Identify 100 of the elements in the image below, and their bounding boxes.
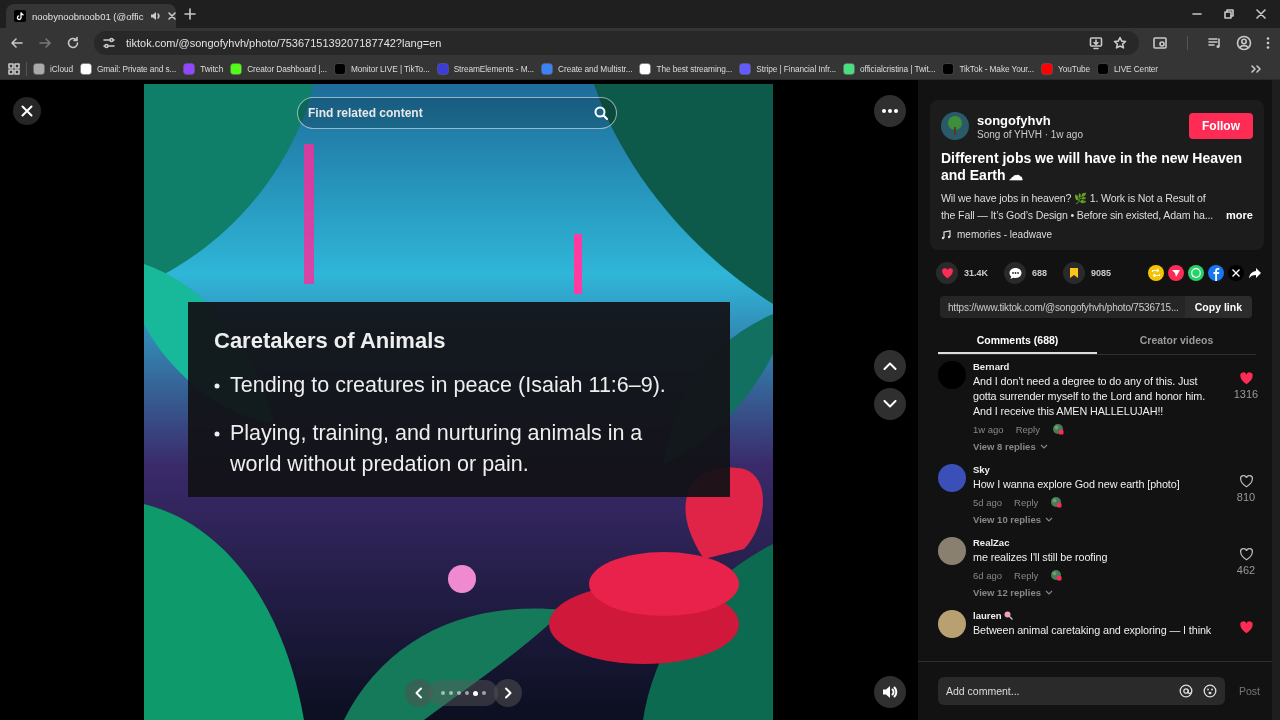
- panel-tab[interactable]: Comments (688): [938, 328, 1097, 354]
- chevron-down-icon: [1039, 444, 1048, 449]
- tab-search-icon[interactable]: [1153, 36, 1167, 50]
- avatar-icon[interactable]: [941, 112, 969, 140]
- new-tab-icon[interactable]: [184, 8, 196, 20]
- close-button[interactable]: [13, 97, 41, 125]
- bookmark-link[interactable]: Twitch: [198, 58, 226, 79]
- music-link[interactable]: memories - leadwave: [957, 229, 1053, 240]
- save-button[interactable]: [1063, 262, 1086, 284]
- copy-link-button[interactable]: Copy link: [1184, 296, 1252, 318]
- bookmark-link[interactable]: Create and Multistr...: [556, 58, 635, 79]
- comment-text: Between animal caretaking and exploring — I think: [973, 623, 1213, 638]
- address-bar[interactable]: tiktok.com/@songofyhvh/photo/7536715139207187742?lang=en: [94, 31, 1139, 55]
- facebook-icon[interactable]: [1208, 265, 1224, 281]
- bookmark-link[interactable]: Creator Dashboard |...: [245, 58, 329, 79]
- bookmark-link[interactable]: TikTok - Make Your...: [957, 58, 1037, 79]
- comment-button[interactable]: [1004, 262, 1027, 284]
- comment-username[interactable]: lauren: [973, 610, 1002, 621]
- comment-username[interactable]: Sky: [973, 464, 990, 475]
- install-icon[interactable]: [1089, 36, 1103, 50]
- author-name[interactable]: songofyhvh: [977, 112, 1181, 128]
- whatsapp-icon[interactable]: [1188, 265, 1204, 281]
- more-link[interactable]: more: [1226, 207, 1253, 224]
- comment-like-count: 1316: [1233, 388, 1259, 400]
- apps-icon[interactable]: [8, 62, 20, 75]
- close-icon[interactable]: [167, 11, 178, 21]
- comment-field[interactable]: Add comment...: [938, 677, 1225, 705]
- creator-badge-icon: [1050, 569, 1063, 581]
- avatar-icon[interactable]: [938, 610, 966, 638]
- search-field[interactable]: Find related content: [297, 97, 617, 129]
- bookmark-link[interactable]: Monitor LIVE | TikTo...: [348, 58, 432, 79]
- star-icon[interactable]: [1113, 36, 1127, 50]
- comment-text: And I don’t need a degree to do any of this. Just gotta surrender myself to the Lord and honor him. And I receive this AMEN HALLELUJAH!!: [973, 374, 1207, 419]
- comment-count: 688: [1032, 268, 1048, 278]
- bookmark-link[interactable]: Gmail: Private and s...: [94, 58, 179, 79]
- comment-like-count: 810: [1236, 491, 1256, 503]
- menu-icon[interactable]: [1266, 36, 1270, 50]
- more-button[interactable]: [874, 95, 906, 127]
- chevron-down-icon: [1044, 590, 1053, 595]
- comment-username[interactable]: RealZac: [973, 537, 1010, 548]
- post-title: Different jobs we will have in the new Heaven and Earth ☁: [941, 150, 1244, 184]
- bookmark-icon: [1069, 267, 1080, 279]
- bookmark-link[interactable]: Stripe | Financial Infr...: [754, 58, 839, 79]
- panel-tab[interactable]: Creator videos: [1097, 328, 1256, 354]
- media-icon[interactable]: [1208, 36, 1222, 50]
- more-icon: [882, 109, 898, 113]
- bookmark-link[interactable]: LIVE Center: [1111, 58, 1161, 79]
- reply-link[interactable]: Reply: [1014, 569, 1039, 581]
- comment-username[interactable]: Bernard: [973, 361, 1010, 372]
- follow-button[interactable]: Follow: [1189, 113, 1253, 139]
- view-replies-link[interactable]: View 10 replies: [973, 514, 1041, 525]
- like-icon[interactable]: [1238, 620, 1254, 635]
- repost-icon[interactable]: [1148, 265, 1164, 281]
- bookmark-link[interactable]: YouTube: [1056, 58, 1092, 79]
- search-icon[interactable]: [594, 106, 608, 120]
- save-count: 9085: [1091, 268, 1112, 278]
- page-indicator: [429, 680, 498, 706]
- chevron-down-icon: [1044, 517, 1053, 522]
- reload-icon[interactable]: [66, 36, 80, 50]
- bookmark-link[interactable]: iCloud: [48, 58, 75, 79]
- tiktok-icon: [14, 10, 26, 22]
- send-icon[interactable]: [1168, 265, 1184, 281]
- post-url: https://www.tiktok.com/@songofyhvh/photo/7536715...: [947, 301, 1180, 313]
- reply-link[interactable]: Reply: [1015, 423, 1040, 435]
- like-icon[interactable]: [1238, 547, 1254, 562]
- volume-button[interactable]: [874, 676, 906, 708]
- post-description: Wil we have jobs in heaven? 🌿 1. Work is Not a Result of the Fall — It’s God’s Design • Before sin existed, Adam ha...: [941, 191, 1215, 223]
- x-logo-icon[interactable]: [1228, 265, 1244, 281]
- bullet-icon: [214, 383, 220, 389]
- comment-text: me realizes I'll still be roofing: [973, 550, 1109, 565]
- bookmark-link[interactable]: officialcristina | Twit...: [858, 58, 938, 79]
- previous-button[interactable]: [405, 679, 433, 707]
- profile-icon[interactable]: [1236, 35, 1252, 51]
- reply-link[interactable]: Reply: [1014, 496, 1039, 508]
- previous-post-button[interactable]: [874, 350, 906, 382]
- close-icon[interactable]: [1256, 9, 1266, 19]
- next-button[interactable]: [494, 679, 522, 707]
- share-arrow-icon[interactable]: [1248, 266, 1262, 280]
- browser-tab[interactable]: noobynoobnoob01 (@offic: [6, 4, 176, 28]
- post-button[interactable]: Post: [1239, 685, 1260, 697]
- chevron-left-icon: [414, 687, 424, 699]
- like-icon[interactable]: [1238, 474, 1254, 489]
- avatar-icon[interactable]: [938, 537, 966, 565]
- mention-icon[interactable]: [1179, 684, 1193, 698]
- author-byline: Song of YHVH · 1w ago: [977, 128, 1084, 140]
- bookmark-link[interactable]: The best streaming...: [654, 58, 735, 79]
- forward-icon[interactable]: [38, 36, 52, 50]
- bookmark-link[interactable]: StreamElements - M...: [451, 58, 537, 79]
- tune-icon[interactable]: [102, 36, 116, 50]
- more-bookmarks-icon[interactable]: [1250, 62, 1262, 75]
- volume-icon: [882, 685, 898, 699]
- emoji-icon[interactable]: [1203, 684, 1217, 698]
- like-icon[interactable]: [1238, 371, 1254, 386]
- restore-icon[interactable]: [1224, 9, 1234, 19]
- close-icon: [21, 105, 33, 117]
- view-replies-link[interactable]: View 12 replies: [973, 587, 1041, 598]
- back-icon[interactable]: [10, 36, 24, 50]
- next-post-button[interactable]: [874, 388, 906, 420]
- creator-badge-icon: [1050, 496, 1063, 508]
- view-replies-link[interactable]: View 8 replies: [973, 441, 1036, 452]
